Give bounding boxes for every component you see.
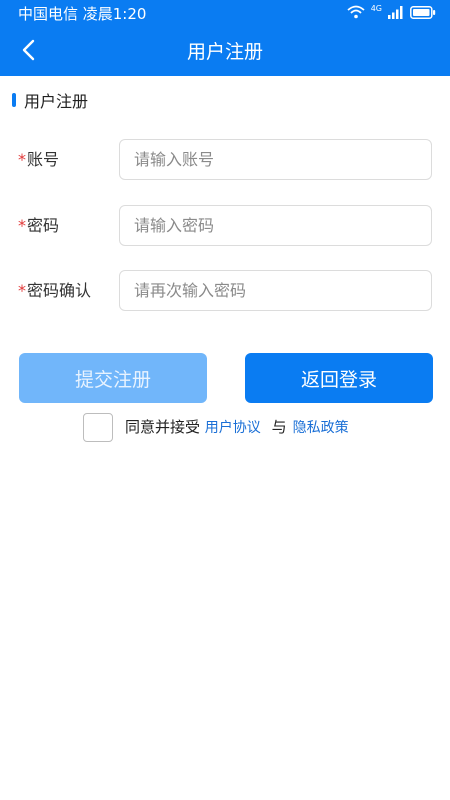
network-type: 4G (370, 4, 382, 13)
password-confirm-label: *密码确认 (18, 270, 91, 312)
form-row-account: *账号 (0, 139, 450, 181)
password-input[interactable] (119, 205, 432, 246)
agreement-prefix: 同意并接受 (125, 418, 201, 436)
password-confirm-label-text: 密码确认 (27, 281, 92, 300)
account-label-text: 账号 (27, 150, 60, 169)
submit-register-button[interactable]: 提交注册 (19, 353, 207, 403)
carrier-time: 中国电信 凌晨1:20 (18, 5, 147, 23)
agreement-row: 同意并接受 用户协议 与隐私政策 (0, 413, 450, 443)
agreement-and: 与 (271, 418, 287, 436)
agree-checkbox[interactable] (83, 413, 113, 442)
required-mark: * (18, 150, 26, 169)
required-mark: * (18, 216, 26, 235)
account-label: *账号 (18, 139, 59, 181)
section-accent-bar (12, 93, 16, 107)
wifi-icon (347, 0, 365, 28)
nav-bar: 用户注册 (0, 28, 450, 76)
status-bar: 中国电信 凌晨1:20 4G (0, 0, 450, 28)
user-agreement-link[interactable]: 用户协议 (205, 420, 261, 436)
required-mark: * (18, 281, 26, 300)
battery-icon (410, 0, 436, 28)
form-row-password-confirm: *密码确认 (0, 270, 450, 312)
form-row-password: *密码 (0, 205, 450, 247)
status-icons: 4G (347, 5, 436, 23)
section-title-text: 用户注册 (24, 92, 89, 111)
agreement-text: 同意并接受 用户协议 与隐私政策 (125, 413, 349, 442)
password-label-text: 密码 (27, 216, 60, 235)
section-title: 用户注册 (12, 88, 88, 112)
signal-icon (388, 0, 404, 28)
back-to-login-button[interactable]: 返回登录 (245, 353, 433, 403)
page-title: 用户注册 (186, 41, 263, 63)
password-confirm-input[interactable] (119, 270, 432, 311)
password-label: *密码 (18, 205, 59, 247)
app-header: 中国电信 凌晨1:20 4G 用户注册 (0, 0, 450, 76)
privacy-policy-link[interactable]: 隐私政策 (293, 420, 349, 436)
account-input[interactable] (119, 139, 432, 180)
